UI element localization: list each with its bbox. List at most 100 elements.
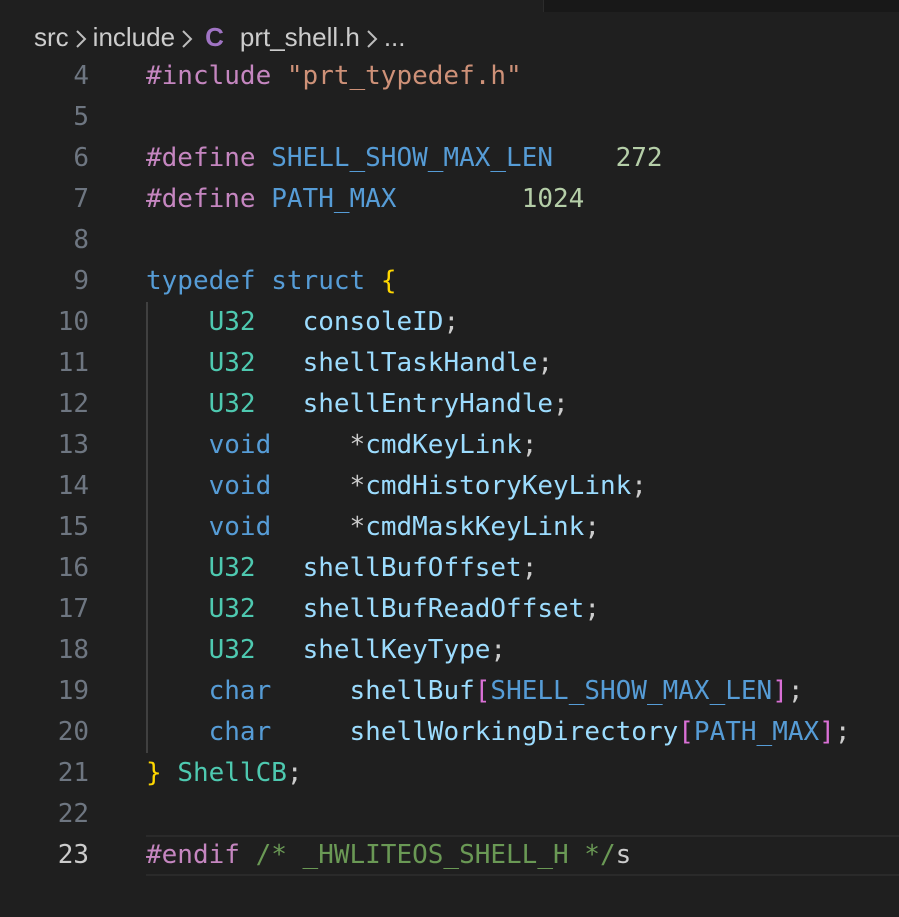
code-line[interactable]: 5	[0, 97, 899, 138]
breadcrumb-item-file[interactable]: prt_shell.h	[240, 22, 360, 53]
code-token: [	[474, 676, 491, 706]
line-text: char shellBuf[SHELL_SHOW_MAX_LEN];	[146, 671, 804, 712]
code-token: shellBuf	[349, 676, 475, 706]
code-line[interactable]: 10 U32 consoleID;	[0, 302, 899, 343]
code-token: void	[208, 430, 272, 460]
line-number: 17	[57, 594, 89, 624]
line-text: } ShellCB;	[146, 753, 303, 794]
code-token: char	[208, 676, 272, 706]
code-line[interactable]: 7 #define PATH_MAX 1024	[0, 179, 899, 220]
line-number: 14	[57, 471, 89, 501]
code-token: ;	[490, 635, 507, 665]
code-line[interactable]: 18 U32 shellKeyType;	[0, 630, 899, 671]
indent-guide	[146, 302, 148, 753]
code-token: ;	[787, 676, 804, 706]
line-number: 15	[57, 512, 89, 542]
code-token: cmdMaskKeyLink	[365, 512, 585, 542]
tab-strip	[0, 0, 899, 12]
code-token: U32	[208, 348, 256, 378]
code-token: ;	[443, 307, 460, 337]
breadcrumb-item-src[interactable]: src	[34, 22, 69, 53]
code-token: [	[678, 717, 694, 747]
code-token: ]	[772, 676, 788, 706]
code-token: cmdHistoryKeyLink	[365, 471, 632, 501]
line-text: U32 consoleID;	[146, 302, 459, 343]
line-number: 20	[57, 717, 89, 747]
code-line[interactable]: 21} ShellCB;	[0, 753, 899, 794]
code-token: #define	[146, 143, 272, 173]
code-line[interactable]: 11 U32 shellTaskHandle;	[0, 343, 899, 384]
code-line[interactable]: 22	[0, 794, 899, 835]
line-number: 19	[57, 676, 89, 706]
code-line[interactable]: 20 char shellWorkingDirectory[PATH_MAX];	[0, 712, 899, 753]
line-text: void *cmdKeyLink;	[146, 425, 538, 466]
line-text: U32 shellKeyType;	[146, 630, 506, 671]
code-token: shellEntryHandle	[302, 389, 554, 419]
code-token: ;	[286, 758, 303, 788]
code-line[interactable]: 13 void *cmdKeyLink;	[0, 425, 899, 466]
code-editor[interactable]: 4 #include "prt_typedef.h" 5 6 #define SHELL…	[0, 56, 899, 876]
code-line[interactable]: 6 #define SHELL_SHOW_MAX_LEN 272	[0, 138, 899, 179]
code-line[interactable]: 16 U32 shellBufOffset;	[0, 548, 899, 589]
line-text: U32 shellBufReadOffset;	[146, 589, 600, 630]
code-token: 1024	[521, 184, 585, 214]
chevron-right-icon	[360, 22, 384, 53]
code-line[interactable]: 8	[0, 220, 899, 261]
line-number: 9	[73, 266, 89, 296]
line-number: 23	[57, 840, 89, 870]
code-token: ;	[553, 389, 569, 419]
line-number: 11	[57, 348, 89, 378]
code-line[interactable]: 4 #include "prt_typedef.h"	[0, 56, 899, 97]
line-number: 18	[57, 635, 89, 665]
code-token: *	[349, 512, 366, 542]
code-token: shellKeyType	[302, 635, 491, 665]
code-line[interactable]: 14 void *cmdHistoryKeyLink;	[0, 466, 899, 507]
line-text: void *cmdMaskKeyLink;	[146, 507, 600, 548]
code-token: ShellCB	[177, 758, 287, 788]
line-number: 6	[73, 143, 89, 173]
line-number: 13	[57, 430, 89, 460]
line-text: #define PATH_MAX 1024	[146, 179, 584, 220]
code-line[interactable]: 23 #endif /* _HWLITEOS_SHELL_H */s	[0, 835, 899, 876]
code-token: shellBufReadOffset	[302, 594, 585, 624]
code-token: U32	[208, 389, 256, 419]
code-token: shellBufOffset	[302, 553, 522, 583]
breadcrumb-item-include[interactable]: include	[93, 22, 175, 53]
code-token: U32	[208, 553, 256, 583]
code-line[interactable]: 17 U32 shellBufReadOffset;	[0, 589, 899, 630]
code-line[interactable]: 15 void *cmdMaskKeyLink;	[0, 507, 899, 548]
code-token: U32	[208, 307, 256, 337]
code-token: ]	[819, 717, 835, 747]
active-editor-tab[interactable]	[0, 0, 544, 12]
code-token: SHELL_SHOW_MAX_LEN	[271, 143, 553, 173]
code-line[interactable]: 9 typedef struct {	[0, 261, 899, 302]
code-token: shellTaskHandle	[302, 348, 538, 378]
code-line[interactable]: 19 char shellBuf[SHELL_SHOW_MAX_LEN];	[0, 671, 899, 712]
line-text: #include "prt_typedef.h"	[146, 56, 522, 97]
breadcrumb-item-symbols[interactable]: ...	[384, 22, 406, 53]
code-token: #endif	[146, 840, 240, 870]
code-line[interactable]: 12 U32 shellEntryHandle;	[0, 384, 899, 425]
code-token: typedef	[146, 266, 256, 296]
code-token: *	[349, 471, 366, 501]
line-text: U32 shellEntryHandle;	[146, 384, 569, 425]
line-number: 16	[57, 553, 89, 583]
